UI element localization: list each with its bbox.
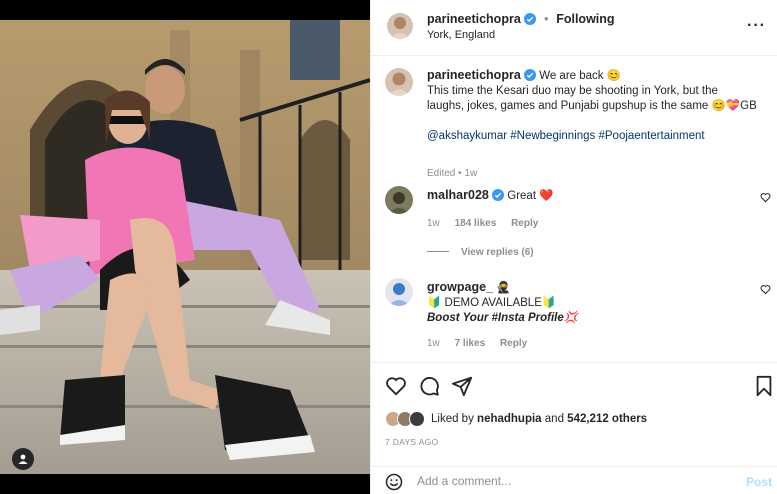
comment-text-line-2: Boost Your #Insta Profile💢 [427,312,579,324]
separator-dot: • [544,11,549,26]
comment-input[interactable] [417,471,737,491]
caption-time[interactable]: 1w [464,168,477,179]
comment-body: growpage_ 🥷 🔰 DEMO AVAILABLE🔰 Boost Your… [427,280,737,326]
post-comment-button[interactable]: Post [746,475,772,489]
bookmark-icon[interactable] [755,375,773,397]
caption-avatar[interactable] [385,68,413,96]
comment-time[interactable]: 1w [427,338,440,349]
comment-likes[interactable]: 7 likes [455,338,486,349]
likes-count[interactable]: 542,212 others [567,413,647,425]
username-emoji: 🥷 [496,282,511,294]
post-details-panel: parineetichopra • Following York, Englan… [370,0,777,494]
add-comment-bar: Post [371,466,777,494]
commenter-username[interactable]: growpage_ [427,280,493,294]
caption-meta: Edited • 1w [427,168,477,179]
liked-by-prefix: Liked by [431,413,474,425]
caption-text: parineetichopra We are back 😊 This time … [427,68,757,144]
commenter-username[interactable]: malhar028 [427,188,489,202]
liked-by-user[interactable]: nehadhupia [477,413,542,425]
view-replies-label: View replies (6) [461,247,534,258]
comment-time[interactable]: 1w [427,218,440,229]
post-timestamp[interactable]: 7 DAYS AGO [385,437,438,447]
liker-avatar[interactable] [409,411,425,427]
like-comment-icon[interactable] [760,284,771,295]
caption-hashtags[interactable]: @akshaykumar #Newbeginnings #Poojaentert… [427,130,705,142]
caption-line-2: This time the Kesari duo may be shooting… [427,85,757,112]
comment-text-line-1: 🔰 DEMO AVAILABLE🔰 [427,297,557,309]
post-header: parineetichopra • Following York, Englan… [371,0,777,56]
comment-likes[interactable]: 184 likes [455,218,497,229]
post-location[interactable]: York, England [427,29,495,41]
user-icon [18,454,28,464]
commenter-avatar[interactable] [385,186,413,214]
edited-label: Edited [427,168,456,179]
reply-button[interactable]: Reply [500,338,527,349]
verified-badge-icon [523,69,536,81]
comment-icon[interactable] [418,375,440,397]
comment-body: malhar028 Great ❤️ [427,188,737,204]
reply-button[interactable]: Reply [511,218,538,229]
post-photo-pane[interactable] [0,0,370,494]
comment-meta: 1w 7 likes Reply [427,338,539,349]
view-replies-button[interactable]: View replies (6) [427,247,534,258]
following-button[interactable]: Following [556,12,614,26]
author-avatar[interactable] [387,13,413,39]
liked-by-connector: and [544,413,564,425]
share-icon[interactable] [451,375,473,397]
like-comment-icon[interactable] [760,192,771,203]
action-bar: Liked by nehadhupia and 542,212 others 7… [371,362,777,458]
tagged-users-button[interactable] [12,448,34,470]
more-options-button[interactable]: ··· [747,17,766,35]
emoji-icon[interactable] [385,473,403,491]
post-photo [0,20,370,474]
verified-badge-icon [492,189,505,201]
replies-line [427,251,449,252]
comment-text: Great ❤️ [507,190,554,202]
verified-badge-icon [524,13,537,25]
caption-username[interactable]: parineetichopra [427,68,521,82]
heart-icon[interactable] [385,375,407,397]
liked-by-summary: Liked by nehadhupia and 542,212 others [385,409,647,429]
comments-section[interactable]: parineetichopra We are back 😊 This time … [371,56,777,362]
more-horizontal-icon: ··· [747,17,766,34]
commenter-avatar[interactable] [385,278,413,306]
author-username[interactable]: parineetichopra [427,12,521,26]
caption-line-1: We are back 😊 [539,70,622,82]
comment-meta: 1w 184 likes Reply [427,218,550,229]
